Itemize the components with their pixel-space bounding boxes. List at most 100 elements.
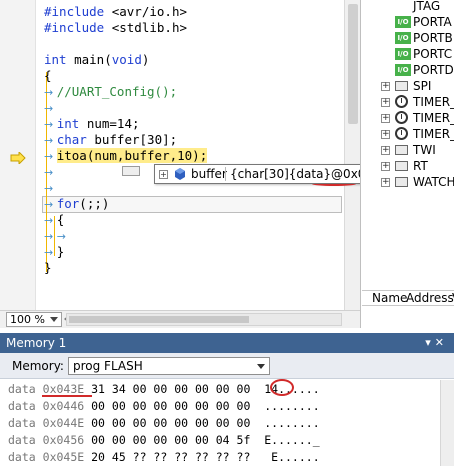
code-token: (;;) — [79, 196, 110, 211]
code-token: #include — [44, 4, 112, 19]
io-icon: I/O — [395, 32, 411, 44]
expand-icon[interactable]: + — [381, 146, 390, 155]
code-token: } — [44, 260, 52, 275]
code-line[interactable]: → for(;;) — [44, 196, 109, 212]
code-token: main( — [74, 52, 112, 67]
address-annotation-underline — [42, 395, 92, 397]
tab-marker-icon: → — [44, 230, 57, 243]
io-tree-item[interactable]: + SPI — [361, 78, 454, 94]
code-line[interactable]: → { — [44, 212, 64, 228]
io-tree-item[interactable]: + TWI — [361, 142, 454, 158]
editor-horizontal-scrollbar[interactable] — [66, 313, 342, 326]
address-annotation-underline — [312, 182, 356, 186]
memory-window-title[interactable]: Memory 1 ▾✕ — [0, 333, 454, 353]
module-icon — [395, 177, 408, 187]
tab-marker-icon: → — [44, 214, 57, 227]
io-tree-item[interactable]: I/O PORTD — [361, 62, 454, 78]
code-line[interactable]: → → — [44, 228, 69, 244]
expand-icon[interactable]: + — [381, 114, 390, 123]
memory-ascii: ........ — [264, 399, 320, 413]
code-line[interactable]: → — [44, 180, 57, 196]
expand-icon[interactable]: + — [381, 178, 390, 187]
datatip-name: buffer — [191, 167, 227, 181]
memory-row[interactable]: data 0x044E 00 00 00 00 00 00 00 00 ....… — [8, 415, 320, 432]
memory-bytes: 31 34 00 00 00 00 00 00 — [91, 382, 251, 396]
column-value[interactable]: V — [448, 291, 454, 305]
code-token: #include — [44, 20, 112, 35]
io-tree-item[interactable]: I/O PORTA — [361, 14, 454, 30]
editor-vertical-scrollbar[interactable] — [344, 0, 360, 310]
code-token: int — [44, 52, 75, 67]
code-line[interactable]: → — [44, 164, 57, 180]
io-tree-item[interactable]: I/O PORTB — [361, 30, 454, 46]
io-tree-item[interactable]: JTAG — [361, 0, 454, 14]
memory-ascii: E...... — [264, 450, 320, 464]
code-line[interactable]: #include <stdlib.h> — [44, 20, 187, 36]
memory-bytes: 20 45 ?? ?? ?? ?? ?? ?? — [91, 450, 251, 464]
clock-icon — [395, 127, 408, 140]
code-token: void — [111, 52, 142, 67]
tab-marker-icon: → — [44, 134, 57, 147]
memory-address: 0x043E — [42, 382, 85, 396]
memory-vertical-scrollbar[interactable] — [440, 380, 454, 466]
memory-row[interactable]: data 0x0446 00 00 00 00 00 00 00 00 ....… — [8, 398, 320, 415]
memory-ascii: E......_ — [264, 433, 320, 447]
memory-row[interactable]: data 0x045E 20 45 ?? ?? ?? ?? ?? ?? E...… — [8, 449, 320, 466]
io-icon: I/O — [395, 16, 411, 28]
io-tree-item[interactable]: + WATCH — [361, 174, 454, 190]
datatip-expand-icon[interactable]: + — [159, 170, 168, 179]
memory-space-select[interactable]: prog FLASH — [68, 357, 270, 375]
code-line[interactable]: → //UART_Config(); — [44, 84, 177, 100]
chevron-down-icon[interactable] — [50, 317, 58, 322]
chevron-down-icon[interactable] — [257, 364, 265, 369]
tab-marker-icon: → — [56, 230, 70, 243]
io-item-label: TIMER_C — [413, 95, 454, 109]
quick-info-icon[interactable] — [122, 166, 140, 176]
io-tree-item[interactable]: + RT — [361, 158, 454, 174]
io-item-label: PORTB — [413, 31, 453, 45]
code-token: num=14; — [86, 116, 140, 131]
io-tree-item[interactable]: + TIMER_C — [361, 94, 454, 110]
code-line[interactable]: #include <avr/io.h> — [44, 4, 187, 20]
editor-hscroll-thumb[interactable] — [69, 316, 249, 323]
memory-space: data — [8, 450, 36, 464]
code-line[interactable]: { — [44, 68, 52, 84]
code-line[interactable]: } — [44, 260, 52, 276]
zoom-dropdown[interactable]: 100 % — [6, 312, 62, 327]
expand-icon[interactable]: + — [381, 130, 390, 139]
io-tree-item[interactable]: + TIMER_C — [361, 110, 454, 126]
code-line[interactable]: int main(void) — [44, 52, 149, 68]
editor-bottom-bar: 100 % — [0, 310, 360, 328]
code-line[interactable]: → itoa(num,buffer,10); — [44, 148, 208, 164]
tab-marker-icon: → — [44, 150, 57, 163]
memory-space: data — [8, 416, 36, 430]
ascii-annotation-circle — [270, 379, 294, 396]
code-token: itoa(num,buffer,10); — [56, 148, 208, 163]
expand-icon[interactable]: + — [381, 98, 390, 107]
io-item-label: SPI — [413, 79, 432, 93]
tab-marker-icon: → — [44, 166, 57, 179]
code-line[interactable]: → — [44, 100, 57, 116]
io-tree-item[interactable]: I/O PORTC — [361, 46, 454, 62]
memory-space: data — [8, 399, 36, 413]
code-line[interactable]: → int num=14; — [44, 116, 140, 132]
memory-toolbar: Memory: prog FLASH — [0, 353, 454, 379]
tab-marker-icon: → — [44, 198, 57, 211]
code-line[interactable]: → } — [44, 244, 64, 260]
expand-icon[interactable]: + — [381, 82, 390, 91]
io-item-label: PORTC — [413, 47, 453, 61]
zoom-value: 100 % — [10, 313, 45, 326]
io-item-label: PORTA — [413, 15, 452, 29]
expand-icon[interactable]: + — [381, 162, 390, 171]
code-line[interactable]: → char buffer[30]; — [44, 132, 177, 148]
io-view-panel[interactable]: JTAG I/O PORTA I/O PORTB I/O PORTC I/O PORTD + SPI… — [360, 0, 454, 328]
column-address[interactable]: Address — [402, 291, 454, 305]
memory-title-text: Memory 1 — [6, 336, 67, 350]
memory-bytes: 00 00 00 00 00 00 00 00 — [91, 416, 251, 430]
io-tree-item[interactable]: + TIMER_C — [361, 126, 454, 142]
editor-scroll-thumb[interactable] — [348, 4, 358, 124]
window-controls[interactable]: ▾✕ — [425, 333, 448, 353]
memory-grid[interactable]: data 0x043E 31 34 00 00 00 00 00 00 14..… — [0, 380, 454, 466]
io-icon: I/O — [395, 48, 411, 60]
memory-row[interactable]: data 0x0456 00 00 00 00 00 00 04 5f E...… — [8, 432, 320, 449]
